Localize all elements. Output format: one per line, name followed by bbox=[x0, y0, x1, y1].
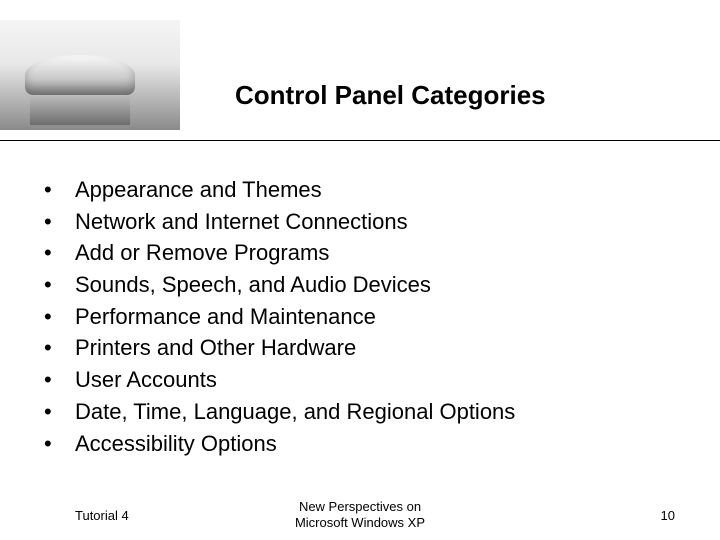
list-item: Sounds, Speech, and Audio Devices bbox=[30, 270, 690, 300]
slide-header: Control Panel Categories bbox=[0, 0, 720, 140]
list-item: Date, Time, Language, and Regional Optio… bbox=[30, 397, 690, 427]
page-number: 10 bbox=[661, 508, 675, 523]
footer-center: New Perspectives on Microsoft Windows XP bbox=[0, 499, 720, 530]
list-item: Appearance and Themes bbox=[30, 175, 690, 205]
list-item: User Accounts bbox=[30, 365, 690, 395]
footer-center-line2: Microsoft Windows XP bbox=[295, 515, 425, 530]
bullet-list: Appearance and Themes Network and Intern… bbox=[30, 175, 690, 458]
header-divider bbox=[0, 140, 720, 141]
header-photo bbox=[0, 20, 180, 130]
slide: Control Panel Categories Appearance and … bbox=[0, 0, 720, 540]
list-item: Accessibility Options bbox=[30, 429, 690, 459]
slide-title: Control Panel Categories bbox=[235, 80, 546, 111]
xp-badge-icon bbox=[696, 18, 720, 128]
list-item: Performance and Maintenance bbox=[30, 302, 690, 332]
list-item: Printers and Other Hardware bbox=[30, 333, 690, 363]
list-item: Add or Remove Programs bbox=[30, 238, 690, 268]
footer-center-line1: New Perspectives on bbox=[299, 499, 421, 514]
list-item: Network and Internet Connections bbox=[30, 207, 690, 237]
slide-content: Appearance and Themes Network and Intern… bbox=[30, 175, 690, 460]
